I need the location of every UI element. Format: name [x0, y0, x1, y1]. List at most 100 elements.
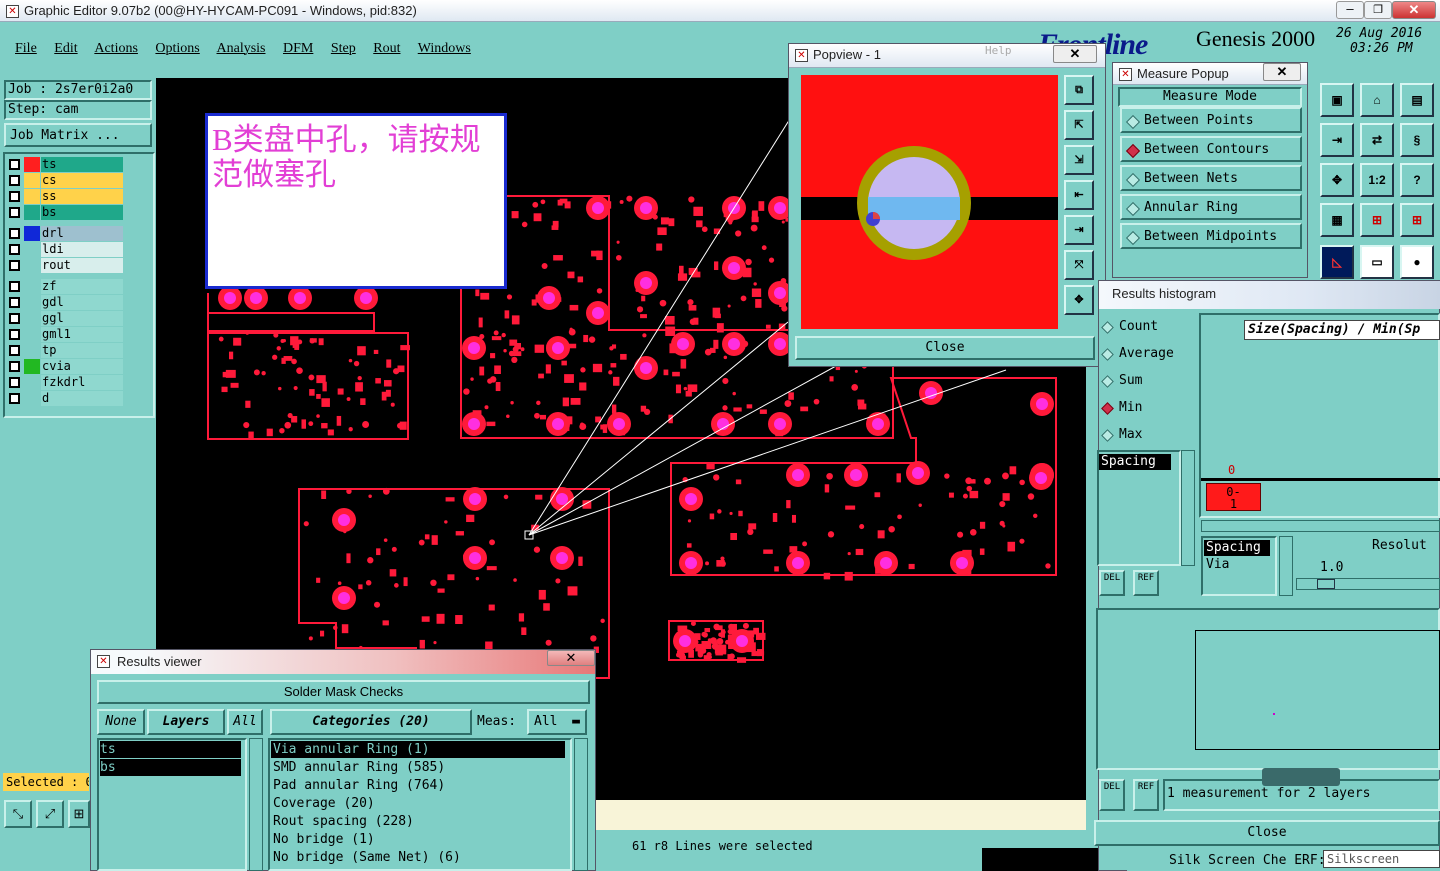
grid-tool-button[interactable]: ⊞ [68, 800, 90, 828]
measure-mode-option[interactable]: Between Points [1120, 107, 1302, 133]
pad-icon[interactable]: ● [1400, 245, 1434, 279]
histogram-list-scroll[interactable] [1181, 450, 1195, 566]
home-icon[interactable]: ⌂ [1360, 83, 1394, 117]
menu-step[interactable]: Step [331, 41, 356, 56]
mirror-icon[interactable]: ⇄ [1360, 123, 1394, 157]
job-matrix-button[interactable]: Job Matrix ... [4, 123, 152, 147]
layer-checkbox[interactable] [9, 159, 20, 170]
layer-row-cvia[interactable]: cvia [7, 359, 123, 374]
layer-checkbox[interactable] [9, 361, 20, 372]
layer-color-swatch[interactable] [24, 311, 40, 326]
menu-options[interactable]: Options [155, 41, 199, 56]
popview-tool-2[interactable]: ⇱ [1064, 110, 1094, 140]
popview-tool-5[interactable]: ⇥ [1064, 215, 1094, 245]
layer-checkbox[interactable] [9, 207, 20, 218]
popview-close-button[interactable]: Close [795, 336, 1095, 360]
menu-windows[interactable]: Windows [418, 41, 471, 56]
layer-row-zf[interactable]: zf [7, 279, 123, 294]
measure-mode-option[interactable]: Between Contours [1120, 136, 1302, 162]
menu-analysis[interactable]: Analysis [217, 41, 266, 56]
layer-row-bs[interactable]: bs [7, 205, 123, 220]
ruler-icon[interactable]: ▭ [1360, 245, 1394, 279]
popview-tool-6[interactable]: ⤧ [1064, 250, 1094, 280]
close-window-button[interactable]: ✕ [1392, 1, 1436, 19]
layer-row-ggl[interactable]: ggl [7, 311, 123, 326]
layer-color-swatch[interactable] [24, 391, 40, 406]
measure-tool-button[interactable]: ⤢ [36, 800, 64, 828]
layer-color-swatch[interactable] [24, 375, 40, 390]
histogram-close-button[interactable]: Close [1094, 820, 1440, 846]
layer-checkbox[interactable] [9, 260, 20, 271]
histogram-option-count[interactable]: Count [1101, 319, 1158, 334]
histogram-option-average[interactable]: Average [1101, 346, 1174, 361]
layer-checkbox[interactable] [9, 377, 20, 388]
layer-checkbox[interactable] [9, 393, 20, 404]
snap-icon[interactable]: § [1400, 123, 1434, 157]
layer-row-tp[interactable]: tp [7, 343, 123, 358]
results-category-scroll[interactable] [574, 738, 588, 871]
layer-color-swatch[interactable] [24, 343, 40, 358]
popview-help[interactable]: Help [985, 44, 1012, 57]
grid-icon[interactable]: ▦ [1320, 203, 1354, 237]
measure-mode-option[interactable]: Between Nets [1120, 165, 1302, 191]
layer-color-swatch[interactable] [24, 226, 40, 241]
layers-none-button[interactable]: None [97, 709, 145, 735]
zoom-tool-button[interactable]: ⤡ [4, 800, 32, 828]
layer-row-fzkdrl[interactable]: fzkdrl [7, 375, 123, 390]
layer-checkbox[interactable] [9, 191, 20, 202]
result-layer-item[interactable]: bs [100, 759, 241, 776]
layer-color-swatch[interactable] [24, 279, 40, 294]
meas-select[interactable]: All ▬ [527, 709, 587, 735]
layer-color-swatch[interactable] [24, 189, 40, 204]
result-category-item[interactable]: Pad annular Ring (764) [271, 777, 565, 794]
histogram-list2-selected[interactable]: Spacing [1204, 540, 1270, 556]
histogram-del-button[interactable]: DEL [1099, 570, 1125, 596]
measure-ref-button[interactable]: REF [1133, 779, 1159, 811]
histogram-option-min[interactable]: Min [1101, 400, 1142, 415]
menu-actions[interactable]: Actions [94, 41, 138, 56]
layer-row-drl[interactable]: drl [7, 226, 123, 241]
layer-checkbox[interactable] [9, 329, 20, 340]
popview-canvas[interactable] [801, 75, 1058, 329]
result-layer-item[interactable]: ts [100, 741, 241, 758]
silk-screen-input[interactable]: Silkscreen [1323, 850, 1440, 868]
measure-del-button[interactable]: DEL [1099, 779, 1125, 811]
histogram-hscroll[interactable] [1201, 520, 1440, 532]
layer-color-swatch[interactable] [24, 205, 40, 220]
layer-checkbox[interactable] [9, 228, 20, 239]
net-icon[interactable]: ⊞ [1400, 203, 1434, 237]
measure-close-x[interactable]: ✕ [1263, 63, 1301, 81]
result-category-item[interactable]: No bridge (1) [271, 831, 565, 848]
measure-mode-option[interactable]: Annular Ring [1120, 194, 1302, 220]
result-category-item[interactable]: Rout spacing (228) [271, 813, 565, 830]
layer-row-rout[interactable]: rout [7, 258, 123, 273]
menu-dfm[interactable]: DFM [283, 41, 313, 56]
layer-color-swatch[interactable] [24, 295, 40, 310]
layer-row-gml1[interactable]: gml1 [7, 327, 123, 342]
layer-checkbox[interactable] [9, 345, 20, 356]
layer-checkbox[interactable] [9, 175, 20, 186]
layers-button[interactable]: Layers [147, 709, 225, 735]
result-category-item[interactable]: Coverage (20) [271, 795, 565, 812]
result-category-item[interactable]: Via annular Ring (1) [271, 741, 565, 758]
result-category-item[interactable]: SMD annular Ring (585) [271, 759, 565, 776]
export-icon[interactable]: ⇥ [1320, 123, 1354, 157]
layer-checkbox[interactable] [9, 244, 20, 255]
results-viewer-close-x[interactable]: ✕ [547, 650, 595, 666]
layer-color-swatch[interactable] [24, 258, 40, 273]
popview-tool-3[interactable]: ⇲ [1064, 145, 1094, 175]
histogram-ref-button[interactable]: REF [1133, 570, 1159, 596]
move-icon[interactable]: ✥ [1320, 163, 1354, 197]
save-icon[interactable]: ▣ [1320, 83, 1354, 117]
result-category-item[interactable]: No bridge (Same Net) (6) [271, 849, 565, 866]
layer-checkbox[interactable] [9, 297, 20, 308]
menu-rout[interactable]: Rout [373, 41, 400, 56]
layer-color-swatch[interactable] [24, 242, 40, 257]
layer-row-gdl[interactable]: gdl [7, 295, 123, 310]
minimize-button[interactable]: – [1336, 1, 1364, 19]
scale-icon[interactable]: 1:2 [1360, 163, 1394, 197]
resolution-slider[interactable] [1296, 578, 1440, 590]
layer-checkbox[interactable] [9, 313, 20, 324]
layer-row-ss[interactable]: ss [7, 189, 123, 204]
layer-color-swatch[interactable] [24, 173, 40, 188]
